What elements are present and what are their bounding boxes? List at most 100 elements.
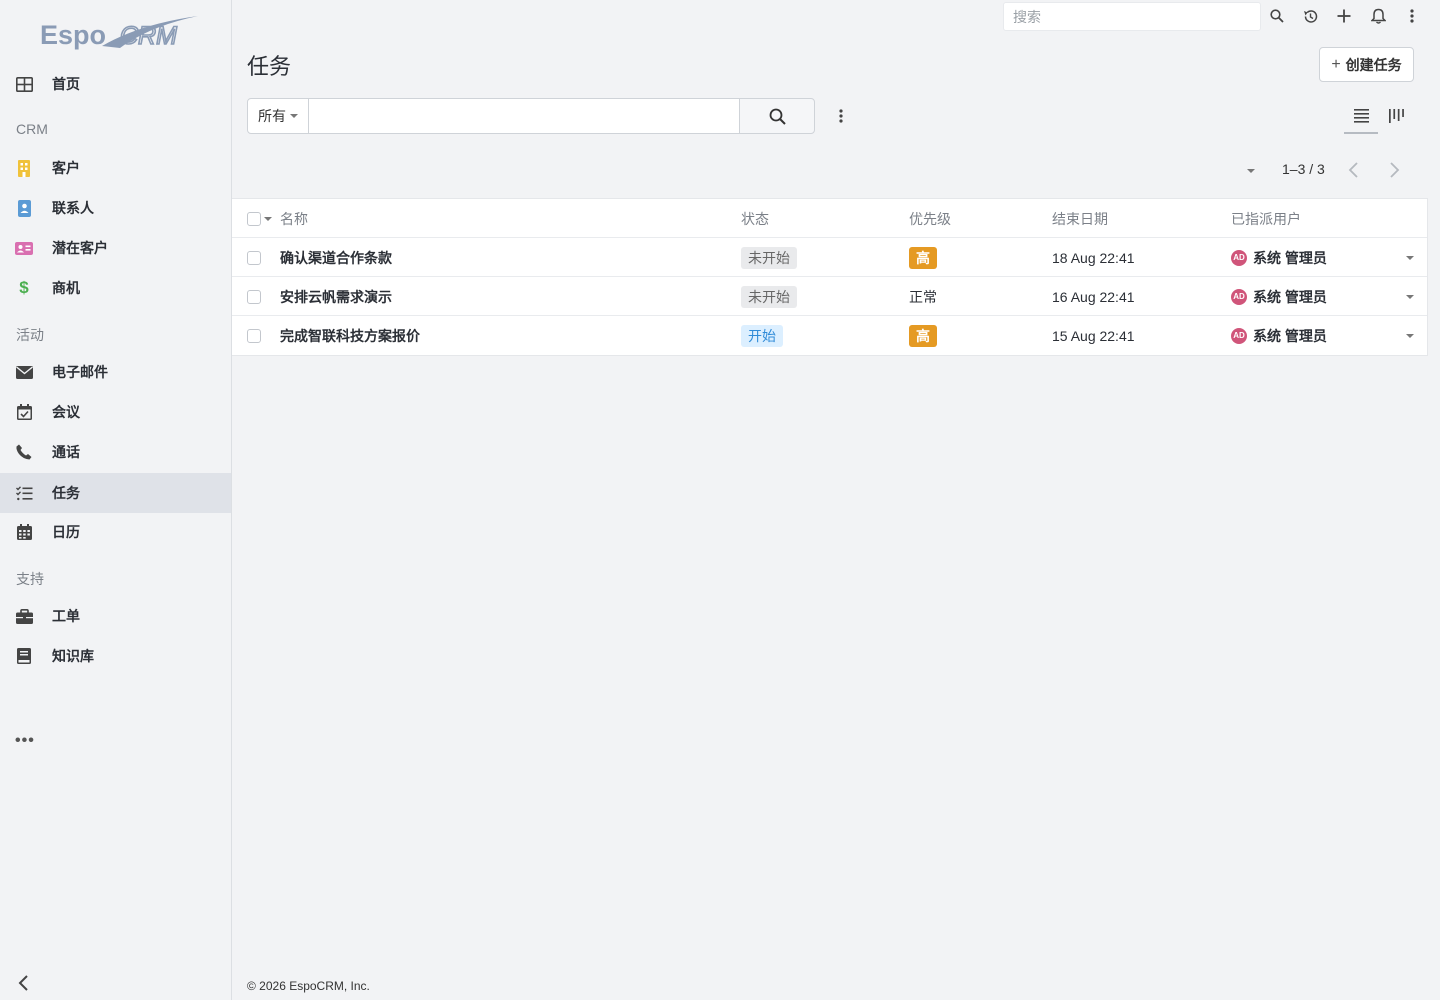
search-button[interactable] bbox=[739, 98, 815, 134]
sidebar-item-cases[interactable]: 工单 bbox=[0, 596, 231, 636]
column-header-priority[interactable]: 优先级 bbox=[909, 199, 951, 238]
row-actions-dropdown[interactable] bbox=[1402, 238, 1418, 277]
due-date: 18 Aug 22:41 bbox=[1052, 249, 1135, 266]
sidebar-item-emails[interactable]: 电子邮件 bbox=[0, 352, 231, 392]
assigned-user-name: 系统 管理员 bbox=[1253, 249, 1327, 266]
calendar-check-icon bbox=[15, 403, 33, 421]
row-checkbox-cell bbox=[247, 238, 261, 277]
sidebar-item-contacts[interactable]: 联系人 bbox=[0, 188, 231, 228]
previous-page-icon[interactable] bbox=[1344, 158, 1364, 182]
status-cell: 未开始 bbox=[741, 277, 797, 316]
book-icon bbox=[15, 647, 33, 665]
row-checkbox[interactable] bbox=[247, 328, 261, 343]
search-icon[interactable] bbox=[1266, 5, 1288, 27]
caret-down-icon bbox=[1406, 294, 1414, 299]
sidebar-item-opportunities[interactable]: $ 商机 bbox=[0, 268, 231, 308]
calendar-icon bbox=[15, 523, 33, 541]
envelope-icon bbox=[15, 363, 33, 381]
table-header-row: 名称 状态 优先级 结束日期 已指派用户 bbox=[232, 199, 1427, 238]
kanban-view-toggle[interactable] bbox=[1380, 100, 1412, 132]
filter-dropdown[interactable]: 所有 bbox=[247, 98, 309, 134]
create-task-label: 创建任务 bbox=[1345, 56, 1402, 73]
column-header-due-date[interactable]: 结束日期 bbox=[1052, 199, 1108, 238]
status-badge: 开始 bbox=[741, 324, 783, 347]
caret-down-icon bbox=[1406, 333, 1414, 338]
sidebar-item-tasks[interactable]: 任务 bbox=[0, 473, 231, 513]
pagination-options-dropdown[interactable] bbox=[1244, 166, 1258, 176]
row-checkbox-cell bbox=[247, 316, 261, 355]
caret-down-icon bbox=[1247, 169, 1255, 173]
task-name-link[interactable]: 完成智联科技方案报价 bbox=[280, 316, 420, 355]
task-name-link[interactable]: 确认渠道合作条款 bbox=[280, 238, 392, 277]
sidebar-item-knowledge-base[interactable]: 知识库 bbox=[0, 636, 231, 676]
plus-icon[interactable] bbox=[1333, 5, 1355, 27]
sidebar-item-calendar[interactable]: 日历 bbox=[0, 512, 231, 552]
row-checkbox[interactable] bbox=[247, 250, 261, 265]
sidebar-item-label: 会议 bbox=[52, 404, 80, 420]
caret-down-icon[interactable] bbox=[264, 216, 272, 221]
row-actions-dropdown[interactable] bbox=[1402, 316, 1418, 355]
sidebar-item-calls[interactable]: 通话 bbox=[0, 432, 231, 472]
status-badge: 未开始 bbox=[741, 246, 797, 269]
briefcase-icon bbox=[15, 607, 33, 625]
task-name-link[interactable]: 安排云帆需求演示 bbox=[280, 277, 392, 316]
plus-icon: + bbox=[1331, 55, 1341, 73]
pagination-count: 1–3 / 3 bbox=[1282, 161, 1325, 177]
nav-group-crm: CRM bbox=[16, 121, 48, 137]
sidebar-item-label: 电子邮件 bbox=[52, 364, 108, 380]
sidebar-item-label: 潜在客户 bbox=[52, 240, 108, 256]
sidebar-item-label: 日历 bbox=[52, 524, 80, 540]
row-checkbox-cell bbox=[247, 277, 261, 316]
due-date: 15 Aug 22:41 bbox=[1052, 327, 1135, 344]
column-header-name[interactable]: 名称 bbox=[280, 199, 308, 238]
column-header-status[interactable]: 状态 bbox=[741, 199, 769, 238]
table-row: 完成智联科技方案报价 开始 高 15 Aug 22:41 AD 系统 管理员 bbox=[232, 316, 1427, 355]
assigned-user-name: 系统 管理员 bbox=[1253, 327, 1327, 344]
history-icon[interactable] bbox=[1299, 5, 1321, 27]
svg-text:Espo: Espo bbox=[40, 20, 106, 50]
building-icon bbox=[15, 159, 33, 177]
sidebar-item-label: 首页 bbox=[52, 76, 80, 92]
status-cell: 未开始 bbox=[741, 238, 797, 277]
espocrm-logo[interactable]: Espo CRM bbox=[40, 14, 200, 54]
sidebar-item-label: 工单 bbox=[52, 608, 80, 624]
bell-icon[interactable] bbox=[1367, 5, 1389, 27]
global-search-input[interactable] bbox=[1003, 2, 1261, 31]
priority-badge: 高 bbox=[909, 324, 937, 347]
sidebar-item-accounts[interactable]: 客户 bbox=[0, 148, 231, 188]
next-page-icon[interactable] bbox=[1384, 158, 1404, 182]
list-search-input[interactable] bbox=[308, 98, 740, 134]
priority-cell: 高 bbox=[909, 238, 937, 277]
assigned-user-name: 系统 管理员 bbox=[1253, 288, 1327, 305]
sidebar: Espo CRM 首页 CRM 客户 联系人 潜在客户 $ 商机 活动 电子邮件… bbox=[0, 0, 232, 1000]
search-options-kebab-icon[interactable] bbox=[832, 106, 850, 126]
assigned-user[interactable]: AD 系统 管理员 bbox=[1231, 277, 1327, 316]
table-row: 确认渠道合作条款 未开始 高 18 Aug 22:41 AD 系统 管理员 bbox=[232, 238, 1427, 277]
sidebar-item-label: 通话 bbox=[52, 444, 80, 460]
contact-icon bbox=[15, 199, 33, 217]
caret-down-icon bbox=[1406, 255, 1414, 260]
list-view-toggle[interactable] bbox=[1344, 100, 1378, 134]
row-actions-dropdown[interactable] bbox=[1402, 277, 1418, 316]
sidebar-item-meetings[interactable]: 会议 bbox=[0, 392, 231, 432]
dollar-icon: $ bbox=[19, 278, 29, 297]
assigned-user[interactable]: AD 系统 管理员 bbox=[1231, 316, 1327, 355]
column-header-assigned-user[interactable]: 已指派用户 bbox=[1231, 199, 1301, 238]
select-all-checkbox[interactable] bbox=[247, 211, 261, 226]
assigned-user[interactable]: AD 系统 管理员 bbox=[1231, 238, 1327, 277]
phone-icon bbox=[15, 443, 33, 461]
search-icon bbox=[769, 108, 786, 125]
status-badge: 未开始 bbox=[741, 285, 797, 308]
sidebar-item-home[interactable]: 首页 bbox=[0, 64, 231, 104]
page-title: 任务 bbox=[247, 54, 292, 79]
menu-kebab-icon[interactable] bbox=[1401, 5, 1423, 27]
row-checkbox[interactable] bbox=[247, 289, 261, 304]
kanban-icon bbox=[1388, 109, 1404, 123]
create-task-button[interactable]: + 创建任务 bbox=[1319, 47, 1414, 82]
more-menu-icon[interactable]: ••• bbox=[15, 732, 35, 750]
collapse-sidebar-icon[interactable] bbox=[14, 972, 34, 994]
due-date: 16 Aug 22:41 bbox=[1052, 288, 1135, 305]
tasks-table: 名称 状态 优先级 结束日期 已指派用户 确认渠道合作条款 未开始 高 18 A… bbox=[232, 198, 1428, 356]
sidebar-item-leads[interactable]: 潜在客户 bbox=[0, 228, 231, 268]
select-all[interactable] bbox=[247, 199, 272, 238]
